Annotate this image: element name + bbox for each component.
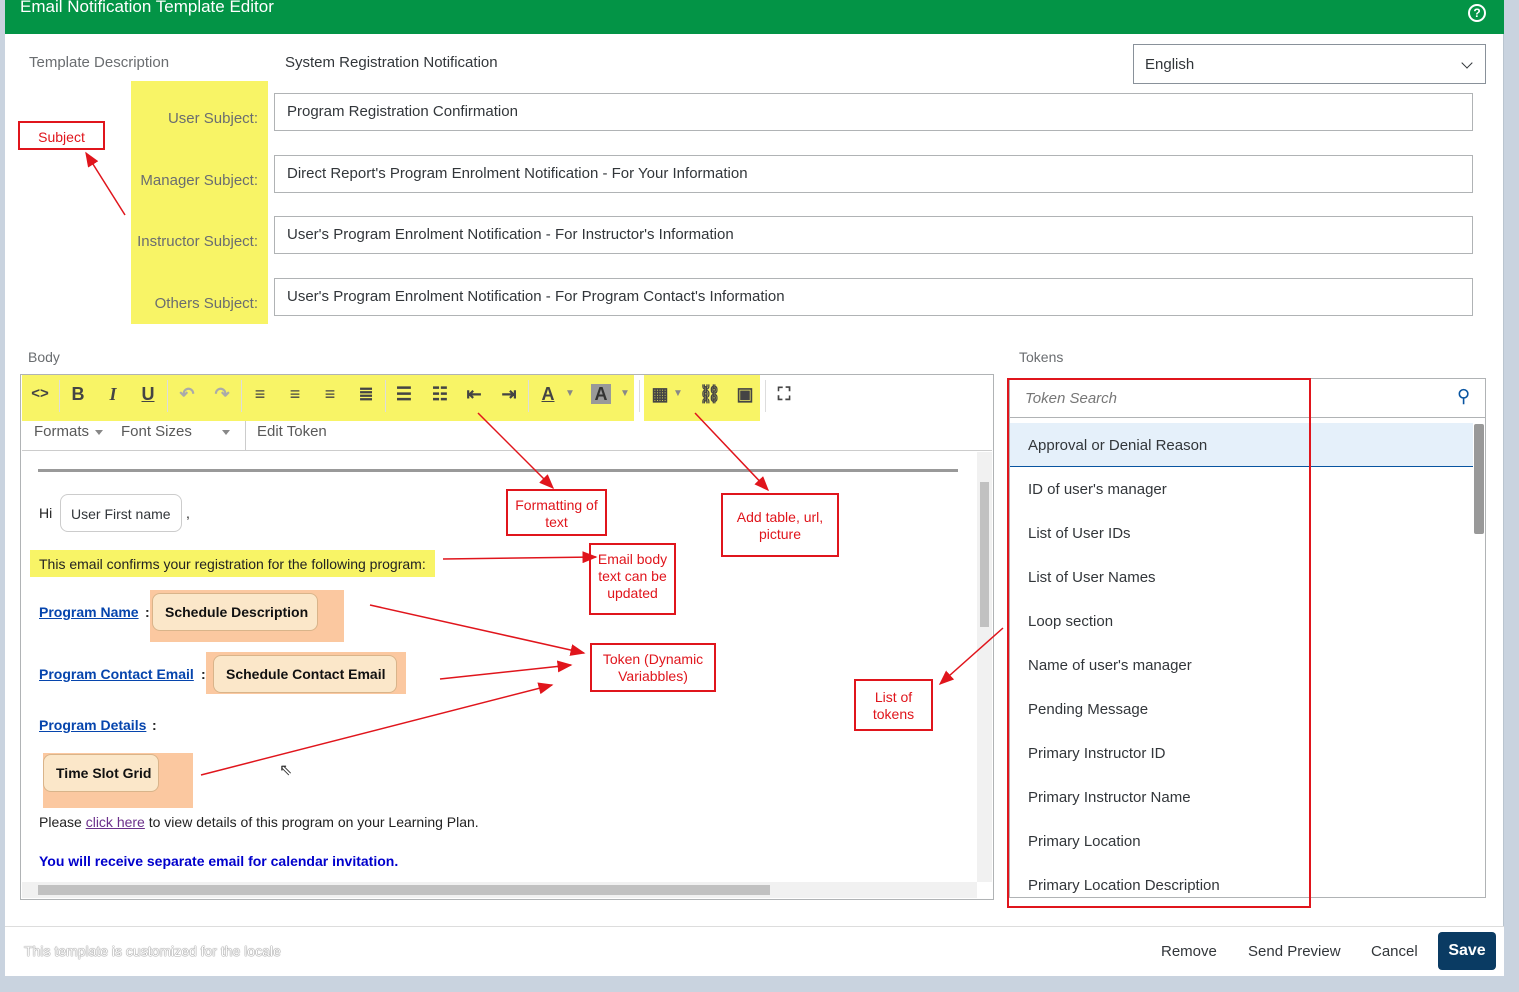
body-label: Body: [28, 349, 60, 365]
caret-down-icon[interactable]: ▼: [615, 384, 635, 404]
underline-icon[interactable]: U: [133, 384, 163, 404]
manager-subject-label: Manager Subject:: [140, 172, 258, 189]
cancel-button[interactable]: Cancel: [1371, 943, 1418, 960]
italic-icon[interactable]: I: [98, 384, 128, 404]
template-description-value: System Registration Notification: [285, 54, 498, 71]
instructor-subject-label: Instructor Subject:: [137, 233, 258, 250]
program-contact-email-label: Program Contact Email: [39, 666, 194, 682]
locale-note: This template is customized for the loca…: [24, 943, 281, 959]
image-icon[interactable]: ▣: [730, 384, 760, 404]
undo-icon[interactable]: ↶: [172, 384, 202, 404]
caret-down-icon[interactable]: ▼: [668, 384, 688, 404]
caret-down-icon: [95, 429, 104, 435]
search-icon[interactable]: ⚲: [1457, 386, 1470, 407]
title-bar: Email Notification Template Editor ?: [5, 0, 1504, 34]
calendar-line: You will receive separate email for cale…: [39, 853, 399, 869]
program-details-label: Program Details: [39, 717, 147, 733]
toolbar-separator: [241, 380, 242, 412]
user-subject-input[interactable]: Program Registration Confirmation: [274, 93, 1473, 131]
fullscreen-icon[interactable]: ⛶: [769, 384, 799, 404]
scrollbar-thumb[interactable]: [980, 482, 989, 627]
background-color-icon[interactable]: A: [591, 384, 611, 404]
others-subject-input[interactable]: User's Program Enrolment Notification - …: [274, 278, 1473, 316]
horizontal-scrollbar[interactable]: [22, 882, 977, 898]
align-center-icon[interactable]: ≡: [280, 384, 310, 404]
redo-icon[interactable]: ↷: [207, 384, 237, 404]
align-left-icon[interactable]: ≡: [245, 384, 275, 404]
time-slot-grid-token[interactable]: Time Slot Grid: [43, 754, 159, 792]
please-post: to view details of this program on your …: [148, 814, 479, 830]
program-name-label: Program Name: [39, 604, 139, 620]
caret-down-icon[interactable]: ▼: [560, 384, 580, 404]
bold-icon[interactable]: B: [63, 384, 93, 404]
vertical-scrollbar[interactable]: [977, 452, 992, 882]
text-color-icon[interactable]: A: [533, 384, 563, 404]
instructor-subject-input[interactable]: User's Program Enrolment Notification - …: [274, 216, 1473, 254]
scrollbar-thumb[interactable]: [38, 885, 770, 895]
token-dynamic-annotation: Token (Dynamic Variabbles): [590, 643, 716, 692]
numbered-list-icon[interactable]: ☷: [425, 384, 455, 404]
horizontal-rule: [38, 469, 958, 472]
chevron-down-icon: [1461, 57, 1473, 69]
please-pre: Please: [39, 814, 82, 830]
greeting: Hi: [39, 505, 53, 521]
toolbar-separator: [385, 380, 386, 412]
caret-down-icon: [221, 429, 230, 435]
language-select[interactable]: English: [1133, 44, 1486, 84]
indent-icon[interactable]: ⇥: [494, 384, 524, 404]
align-right-icon[interactable]: ≡: [315, 384, 345, 404]
first-name-token[interactable]: User First name: [60, 494, 182, 532]
toolbar-separator: [245, 421, 246, 450]
tokens-label: Tokens: [1019, 349, 1064, 365]
schedule-contact-email-token[interactable]: Schedule Contact Email: [213, 655, 397, 693]
token-list-annotation-frame: [1007, 378, 1311, 908]
please-line: Please click here to view details of thi…: [39, 814, 479, 830]
colon: :: [145, 604, 150, 620]
source-code-icon[interactable]: <>: [25, 384, 55, 404]
toolbar-separator: [765, 380, 766, 412]
formats-label: Formats: [34, 423, 90, 440]
save-button[interactable]: Save: [1438, 932, 1496, 970]
outdent-icon[interactable]: ⇤: [459, 384, 489, 404]
others-subject-label: Others Subject:: [154, 295, 258, 312]
link-icon[interactable]: ⛓: [695, 384, 725, 404]
send-preview-button[interactable]: Send Preview: [1248, 943, 1341, 960]
subject-annotation: Subject: [18, 121, 105, 150]
colon: :: [201, 666, 206, 682]
toolbar-separator: [528, 380, 529, 412]
formats-dropdown[interactable]: Formats: [34, 423, 104, 440]
schedule-description-token[interactable]: Schedule Description: [152, 593, 318, 631]
template-description-label: Template Description: [29, 54, 170, 71]
add-table-annotation: Add table, url, picture: [721, 493, 839, 557]
formatting-annotation: Formatting of text: [506, 489, 607, 536]
colon: :: [152, 717, 157, 733]
edit-token-button[interactable]: Edit Token: [257, 423, 327, 440]
font-sizes-dropdown[interactable]: Font Sizes: [121, 423, 230, 440]
help-icon[interactable]: ?: [1468, 4, 1486, 22]
list-of-tokens-annotation: List of tokens: [854, 679, 933, 731]
toolbar-separator: [59, 380, 60, 412]
email-body-annotation: Email body text can be updated: [589, 543, 676, 615]
mouse-cursor-icon: ⇖: [279, 762, 293, 779]
bullet-list-icon[interactable]: ☰: [389, 384, 419, 404]
language-value: English: [1145, 56, 1195, 73]
manager-subject-input[interactable]: Direct Report's Program Enrolment Notifi…: [274, 155, 1473, 193]
justify-icon[interactable]: ≣: [351, 384, 381, 404]
dialog-title: Email Notification Template Editor: [20, 0, 274, 16]
subject-labels: User Subject: Manager Subject: Instructo…: [120, 81, 258, 324]
toolbar-separator: [639, 380, 640, 412]
font-sizes-label: Font Sizes: [121, 423, 192, 440]
user-subject-label: User Subject:: [167, 110, 258, 127]
click-here-link[interactable]: click here: [86, 814, 145, 830]
greeting-comma: ,: [186, 505, 190, 521]
remove-button[interactable]: Remove: [1161, 943, 1217, 960]
token-list-scrollbar-thumb[interactable]: [1474, 424, 1484, 534]
toolbar-separator: [167, 380, 168, 412]
confirm-line: This email confirms your registration fo…: [39, 556, 426, 572]
